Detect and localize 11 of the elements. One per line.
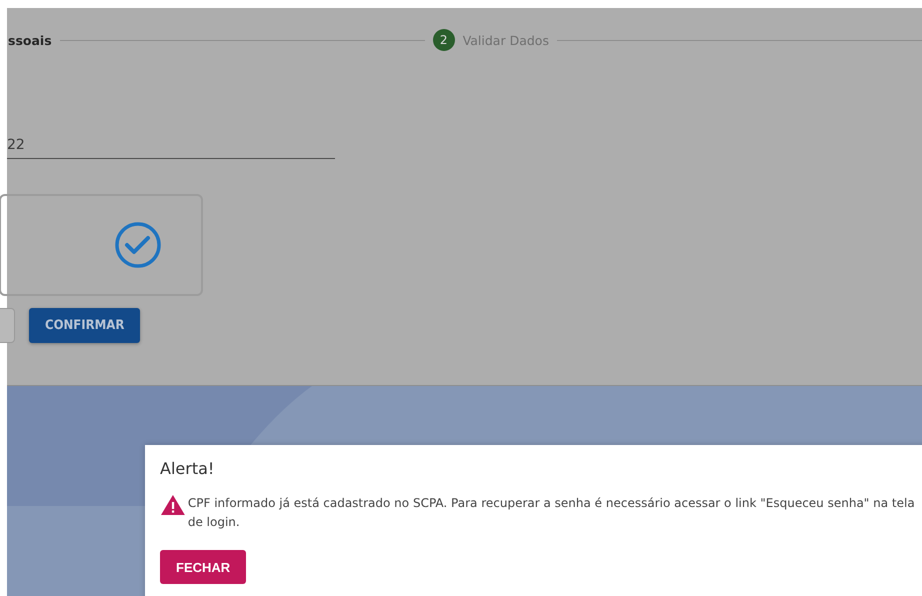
input-field[interactable]: 22 <box>7 137 335 159</box>
cut-off-button[interactable] <box>0 308 15 343</box>
confirm-button[interactable]: CONFIRMAR <box>29 308 140 343</box>
step-label: Validar Dados <box>462 32 549 48</box>
step-label: ssoais <box>8 32 52 48</box>
alert-message: CPF informado já está cadastrado no SCPA. Para recuperar a senha é necessário acessar o link "Esqueceu senha" na tela de login. <box>188 495 916 531</box>
step-number: 2 <box>432 29 455 51</box>
close-button[interactable]: FECHAR <box>160 550 246 584</box>
check-circle-icon <box>114 221 162 269</box>
dialog-title: Alerta! <box>160 459 216 478</box>
warning-icon <box>160 494 186 516</box>
